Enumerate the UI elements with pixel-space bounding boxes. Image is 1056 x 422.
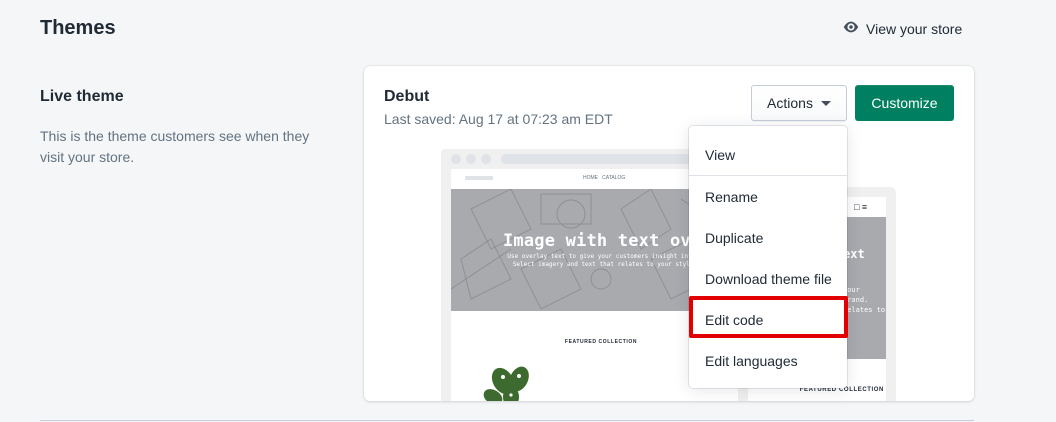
caret-down-icon [820,100,831,106]
site-logo [465,176,493,180]
section-heading: Live theme [40,88,124,105]
window-dot-icon [481,154,491,164]
actions-menu: View Rename Duplicate Download theme fil… [689,126,847,388]
plant-icon [483,366,529,401]
menu-item-view[interactable]: View [689,137,847,173]
theme-name: Debut [384,88,430,105]
menu-item-download-theme-file[interactable]: Download theme file [689,261,847,297]
theme-card: Debut Last saved: Aug 17 at 07:23 am EDT… [364,66,974,401]
actions-label: Actions [767,95,813,111]
last-saved-text: Last saved: Aug 17 at 07:23 am EDT [384,111,613,127]
menu-divider [689,175,847,176]
view-store-label: View your store [866,20,963,37]
mobile-hero-subtitle: your brand. relates to [843,286,886,314]
page-title: Themes [40,17,116,39]
section-divider [40,420,974,421]
bag-menu-icon: □ ≡ [854,202,868,212]
menu-item-edit-code[interactable]: Edit code [689,302,847,338]
menu-item-rename[interactable]: Rename [689,179,847,215]
window-dot-icon [451,154,461,164]
site-nav-links: HOME CATALOG [583,175,626,181]
eye-icon [842,18,860,39]
menu-item-edit-languages[interactable]: Edit languages [689,343,847,379]
customize-button[interactable]: Customize [855,85,954,121]
view-store-link[interactable]: View your store [842,18,962,39]
section-description: This is the theme customers see when the… [40,128,310,165]
window-dot-icon [466,154,476,164]
actions-button[interactable]: Actions [751,85,847,121]
menu-item-duplicate[interactable]: Duplicate [689,220,847,256]
